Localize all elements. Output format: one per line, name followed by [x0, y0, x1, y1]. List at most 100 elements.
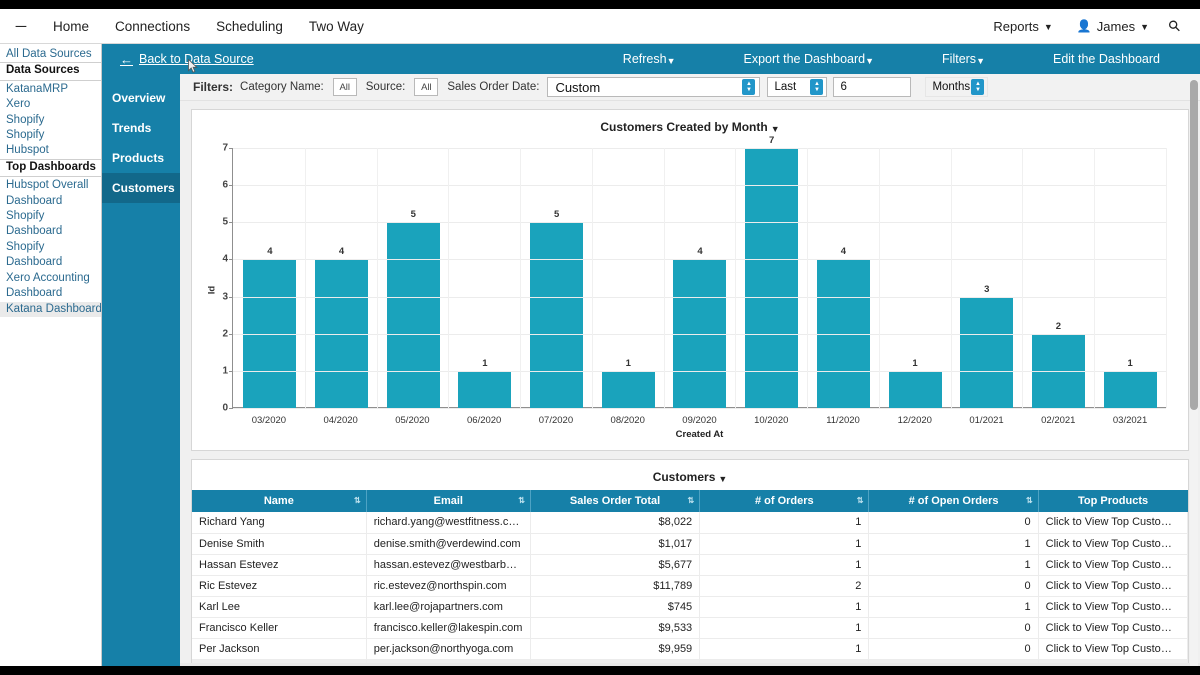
sidebar-item-hubspot[interactable]: Hubspot	[0, 143, 101, 158]
back-to-data-source-link[interactable]: ← Back to Data Source	[120, 52, 254, 67]
table-row[interactable]: Ric Estevezric.estevez@northspin.com$11,…	[192, 575, 1188, 596]
table-row[interactable]: Hassan Estevezhassan.estevez@westbarbell…	[192, 554, 1188, 575]
edit-dashboard-button[interactable]: Edit the Dashboard	[1019, 52, 1200, 66]
user-menu[interactable]: 👤 James ▼	[1067, 13, 1159, 40]
sidebar-item-shopify-dash-2-cont[interactable]: Dashboard	[0, 255, 101, 270]
table-header-sales-order-total[interactable]: Sales Order Total⇅	[530, 490, 699, 512]
y-axis-tick-mark	[229, 222, 233, 223]
bar-value-label: 4	[267, 246, 272, 257]
table-row[interactable]: Karl Leekarl.lee@rojapartners.com$74511C…	[192, 596, 1188, 617]
sidebar-item-shopify-dash-1-cont[interactable]: Dashboard	[0, 224, 101, 239]
table-row[interactable]: Denise Smithdenise.smith@verdewind.com$1…	[192, 533, 1188, 554]
stepper-icon[interactable]: ▲▼	[971, 79, 984, 95]
range-mode-select[interactable]: Last ▲▼	[767, 77, 827, 97]
top-products-link[interactable]: Click to View Top Customer Products	[1038, 596, 1187, 617]
dashboard-toolbar: ← Back to Data Source Refresh▼ Export th…	[102, 44, 1200, 74]
sidebar-item-shopify-2[interactable]: Shopify	[0, 128, 101, 143]
back-to-data-source-label: Back to Data Source	[139, 52, 254, 66]
chart-bar[interactable]	[745, 148, 798, 408]
chart-bar[interactable]	[530, 222, 583, 408]
chart-bar[interactable]	[889, 371, 942, 408]
stepper-icon[interactable]: ▲▼	[810, 79, 823, 95]
export-dashboard-menu[interactable]: Export the Dashboard▼	[710, 52, 909, 66]
tab-products[interactable]: Products	[102, 143, 180, 173]
table-cell: 1	[700, 533, 869, 554]
chart-vertical-gridline	[520, 148, 521, 408]
chart-vertical-gridline	[735, 148, 736, 408]
table-row[interactable]: Per Jacksonper.jackson@northyoga.com$9,9…	[192, 638, 1188, 659]
sort-icon[interactable]: ⇅	[687, 497, 694, 505]
chart-bar[interactable]	[602, 371, 655, 408]
sidebar-item-katana-dashboard[interactable]: Katana Dashboard	[0, 302, 101, 317]
sidebar-item-shopify-dash-1[interactable]: Shopify	[0, 209, 101, 224]
vertical-scrollbar[interactable]	[1190, 80, 1198, 666]
nav-link-scheduling[interactable]: Scheduling	[203, 13, 296, 40]
table-header-email[interactable]: Email⇅	[366, 490, 530, 512]
application-window: ─ Home Connections Scheduling Two Way Re…	[0, 9, 1200, 666]
sidebar-item-xero-accounting[interactable]: Xero Accounting	[0, 271, 101, 286]
dashboard-body: Overview Trends Products Customers Filte…	[102, 74, 1200, 666]
nav-link-connections[interactable]: Connections	[102, 13, 203, 40]
hamburger-icon[interactable]: ─	[10, 15, 32, 37]
user-avatar-icon: 👤	[1077, 19, 1092, 33]
filters-menu[interactable]: Filters▼	[908, 52, 1019, 66]
chart-bar[interactable]	[387, 222, 440, 408]
top-products-link[interactable]: Click to View Top Customer Products	[1038, 617, 1187, 638]
sort-icon[interactable]: ⇅	[857, 497, 864, 505]
sidebar-item-xero-accounting-cont[interactable]: Dashboard	[0, 286, 101, 301]
top-products-link[interactable]: Click to View Top Customer Products	[1038, 638, 1187, 659]
source-select[interactable]: All	[414, 78, 438, 96]
top-products-link[interactable]: Click to View Top Customer Products	[1038, 533, 1187, 554]
table-header-top-products[interactable]: Top Products	[1038, 490, 1187, 512]
tab-trends[interactable]: Trends	[102, 113, 180, 143]
chart-card-title[interactable]: Customers Created by Month▼	[192, 110, 1188, 140]
stepper-icon[interactable]: ▲▼	[742, 79, 755, 95]
nav-link-home[interactable]: Home	[40, 13, 102, 40]
reports-menu[interactable]: Reports ▼	[983, 13, 1062, 40]
table-header-of-orders[interactable]: # of Orders⇅	[700, 490, 869, 512]
sort-icon[interactable]: ⇅	[1026, 497, 1033, 505]
search-icon[interactable]: ⚲	[1157, 9, 1192, 43]
table-cell: 1	[700, 596, 869, 617]
horizontal-scrollbar[interactable]	[180, 663, 1200, 666]
chart-bar[interactable]	[1104, 371, 1157, 408]
sidebar-item-shopify-dash-2[interactable]: Shopify	[0, 240, 101, 255]
bar-value-label: 3	[984, 284, 989, 295]
nav-link-two-way[interactable]: Two Way	[296, 13, 377, 40]
table-row[interactable]: Richard Yangrichard.yang@westfitness.com…	[192, 512, 1188, 533]
chevron-down-icon: ▼	[976, 56, 985, 66]
x-axis-tick-label: 11/2020	[807, 415, 879, 426]
chart-bar[interactable]	[960, 297, 1013, 408]
sidebar-item-hubspot-overall-dashboard[interactable]: Dashboard	[0, 194, 101, 209]
table-row[interactable]: Francisco Kellerfrancisco.keller@lakespi…	[192, 617, 1188, 638]
customers-table-title[interactable]: Customers▼	[192, 460, 1188, 490]
sidebar-item-all-data-sources[interactable]: All Data Sources	[0, 47, 101, 62]
scrollbar-thumb[interactable]	[1190, 80, 1198, 410]
range-unit-select[interactable]: Months ▲▼	[925, 77, 988, 97]
sort-icon[interactable]: ⇅	[518, 497, 525, 505]
top-products-link[interactable]: Click to View Top Customer Products	[1038, 554, 1187, 575]
refresh-menu[interactable]: Refresh▼	[589, 52, 710, 66]
sidebar-item-shopify-1[interactable]: Shopify	[0, 113, 101, 128]
range-count-input[interactable]: 6	[833, 77, 911, 97]
sidebar-item-hubspot-overall[interactable]: Hubspot Overall	[0, 178, 101, 193]
sidebar-item-katanamrp[interactable]: KatanaMRP	[0, 82, 101, 97]
top-products-link[interactable]: Click to View Top Customer Products	[1038, 512, 1187, 533]
chart-bar[interactable]	[458, 371, 511, 408]
sidebar-item-xero[interactable]: Xero	[0, 97, 101, 112]
user-menu-label: James	[1097, 19, 1135, 34]
table-header-name[interactable]: Name⇅	[192, 490, 366, 512]
table-header-of-open-orders[interactable]: # of Open Orders⇅	[869, 490, 1038, 512]
sales-order-date-select[interactable]: Custom ▲▼	[547, 77, 760, 97]
y-axis-tick-mark	[229, 371, 233, 372]
chart-vertical-gridline	[377, 148, 378, 408]
bar-value-label: 1	[626, 358, 631, 369]
bar-value-label: 7	[769, 135, 774, 146]
tab-overview[interactable]: Overview	[102, 83, 180, 113]
bar-slot: 1	[879, 148, 951, 408]
tab-customers[interactable]: Customers	[102, 173, 180, 203]
top-products-link[interactable]: Click to View Top Customer Products	[1038, 575, 1187, 596]
table-cell: Ric Estevez	[192, 575, 366, 596]
sort-icon[interactable]: ⇅	[354, 497, 361, 505]
category-name-select[interactable]: All	[333, 78, 357, 96]
